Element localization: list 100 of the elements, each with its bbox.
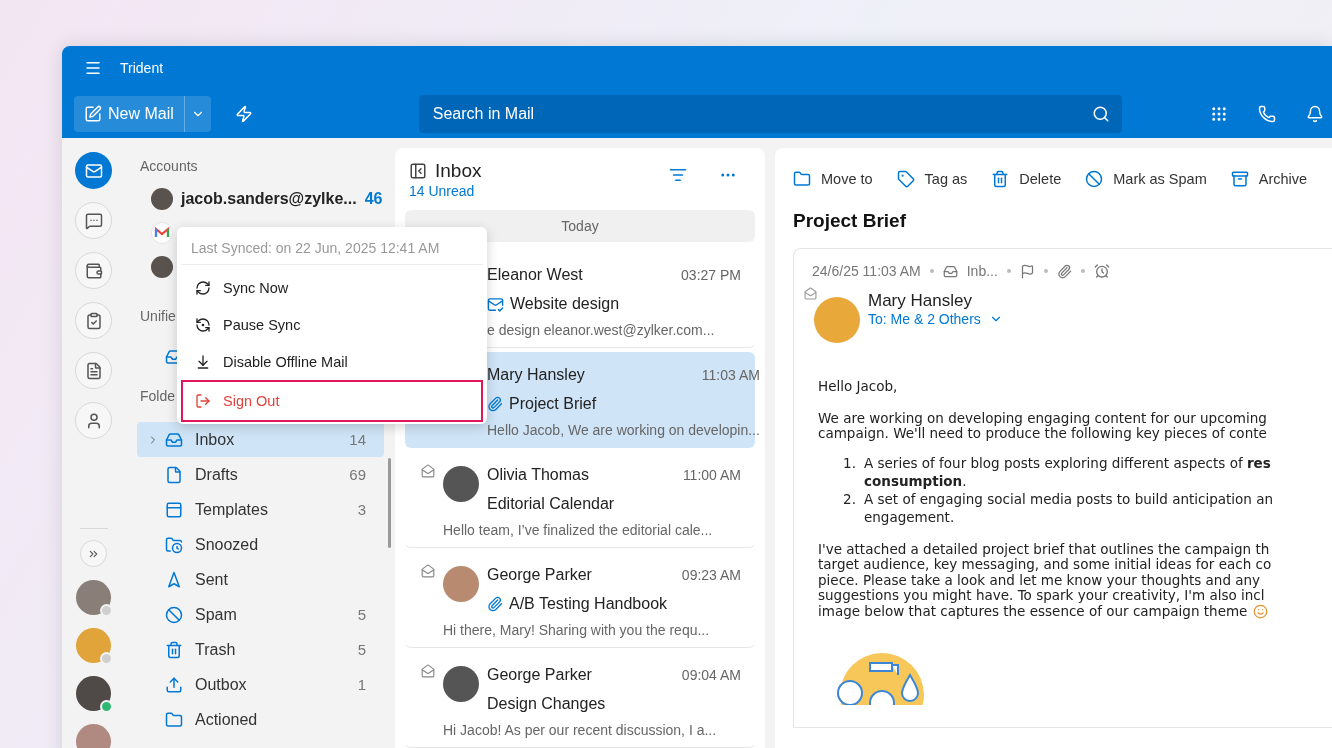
mail-item[interactable]: George Parker 09:04 AM Design Changes Hi Jacob! As per our recent discussion, I a... [405, 652, 755, 748]
account-name[interactable]: jacob.sanders@zylke... [181, 190, 357, 208]
envelope-icon [421, 464, 435, 478]
folder-item[interactable]: Sent [137, 562, 384, 597]
message-folder[interactable]: Inb... [966, 263, 998, 279]
folder-item[interactable]: Templates 3 [137, 492, 384, 527]
folder-item[interactable]: Trash 5 [137, 632, 384, 667]
sender-name: Mary Hansley [487, 366, 585, 384]
list-number: 1. [842, 453, 856, 473]
paperclip-icon[interactable] [1056, 263, 1072, 279]
folder-count: 14 [349, 431, 366, 448]
mail-preview: Hi Jacob! As per our recent discussion, I a... [443, 722, 717, 738]
wallet-icon [84, 261, 103, 280]
mail-app-button[interactable] [75, 152, 112, 189]
chat-app-button[interactable] [75, 202, 112, 239]
toolbar-action[interactable]: Move to [793, 170, 873, 188]
clipboard-icon [84, 311, 103, 330]
folder-item[interactable]: Drafts 69 [137, 457, 384, 492]
message-subject: Project Brief [793, 210, 907, 233]
trash-icon [991, 170, 1010, 188]
recipients-link[interactable]: To: Me & 2 Others [868, 311, 1003, 327]
folder-item[interactable]: Snoozed [137, 527, 384, 562]
upload-icon [165, 675, 183, 694]
list-title: Inbox [435, 160, 482, 182]
toolbar-action[interactable]: Mark as Spam [1085, 170, 1207, 188]
folder-count: 3 [357, 501, 366, 518]
mail-time: 09:04 AM [681, 667, 741, 683]
search-input[interactable]: Search in Mail [430, 104, 1031, 124]
sender-name: Olivia Thomas [487, 466, 589, 484]
mail-preview: Hello team, I’ve finalized the editorial cale... [443, 522, 713, 538]
wallet-app-button[interactable] [75, 252, 112, 289]
sender-avatar [814, 297, 860, 343]
mail-time: 11:00 AM [682, 467, 741, 483]
mail-icon [84, 161, 103, 180]
body-text-line: A set of engaging social media posts to build anticipation an [864, 489, 1273, 508]
sign-out-icon [195, 393, 211, 409]
gmail-icon[interactable] [151, 222, 173, 244]
mail-time: 03:27 PM [681, 267, 741, 283]
body-text-line: A series of four blog posts exploring different aspects of res [864, 453, 1271, 472]
section-heading: Unifie [139, 308, 176, 326]
folder-item[interactable]: Outbox 1 [137, 667, 384, 702]
mail-subject: Design Changes [487, 695, 606, 713]
dialpad-icon [1210, 105, 1228, 123]
sender-name: George Parker [487, 566, 592, 584]
toolbar-action[interactable]: Tag as [896, 170, 968, 188]
folder-label: Sent [195, 570, 229, 589]
menu-item[interactable]: Sign Out [181, 380, 483, 422]
pause-sync-icon [195, 316, 211, 333]
menu-icon[interactable] [84, 59, 102, 77]
mail-item[interactable]: Olivia Thomas 11:00 AM Editorial Calendar Hello team, I’ve finalized the editorial cale... [405, 452, 755, 548]
expand-button[interactable] [80, 540, 107, 567]
search-icon[interactable] [1091, 105, 1110, 123]
section-heading: Accounts [139, 158, 198, 176]
folder-count: 5 [357, 641, 366, 658]
contact-avatar[interactable] [76, 676, 111, 711]
alarm-icon[interactable] [1093, 263, 1110, 279]
template-icon [165, 500, 183, 519]
mail-preview: e design eleanor.west@zylker.com... [487, 322, 715, 338]
bell-icon [1306, 105, 1324, 123]
folder-item[interactable]: Actioned [137, 702, 384, 737]
folder-label: Outbox [195, 675, 248, 694]
account-avatar[interactable] [151, 188, 173, 210]
sender-name: Mary Hansley [868, 291, 973, 311]
panel-toggle-icon[interactable] [409, 162, 427, 180]
scrollbar[interactable] [388, 458, 391, 548]
contact-avatar[interactable] [76, 580, 111, 615]
notes-app-button[interactable] [75, 352, 112, 389]
tasks-app-button[interactable] [75, 302, 112, 339]
contacts-app-button[interactable] [75, 402, 112, 439]
body-text-line: Hello Jacob, [818, 379, 899, 395]
document-icon [165, 465, 183, 484]
inbox-icon [165, 430, 183, 449]
flag-icon[interactable] [1019, 263, 1035, 279]
mail-item[interactable]: Eleanor West 03:27 PM Website design e design eleanor.west@zylker.com... [405, 252, 755, 348]
folder-item[interactable]: Inbox 14 [137, 422, 384, 457]
toolbar-action[interactable]: Archive [1230, 170, 1308, 188]
clock-folder-icon [165, 535, 183, 554]
toolbar-action[interactable]: Delete [991, 170, 1062, 188]
new-mail-button[interactable]: New Mail [74, 96, 185, 132]
folder-label: Snoozed [195, 535, 260, 554]
folder-icon [165, 710, 183, 729]
body-text-line: campaign. We'll need to produce the following key pieces of conte [818, 426, 1268, 442]
folder-label: Spam [195, 605, 238, 624]
body-text-line: I've attached a detailed project brief that outlines the campaign th [818, 541, 1271, 557]
unread-count[interactable]: 14 Unread [409, 183, 475, 199]
list-number: 2. [842, 489, 856, 509]
search-field[interactable]: Search in Mail [418, 95, 1122, 133]
folder-item[interactable]: Spam 5 [137, 597, 384, 632]
send-icon [165, 570, 183, 589]
body-text-line: target audience, key messaging, and some initial ideas for each co [818, 557, 1273, 573]
filter-icon[interactable] [669, 166, 687, 184]
trash-icon [165, 640, 183, 659]
account-avatar[interactable] [151, 256, 173, 278]
mail-time: 09:23 AM [681, 567, 741, 583]
sender-avatar [443, 466, 479, 502]
mail-item[interactable]: George Parker 09:23 AM A/B Testing Handbook Hi there, Mary! Sharing with you the requ... [405, 552, 755, 648]
body-text-line: suggestions you might have. To spark your creativity, I'm also incl [818, 588, 1266, 604]
body-text-line: engagement. [864, 507, 956, 526]
message-date: 24/6/25 11:03 AM [812, 263, 921, 279]
section-heading: Folde [139, 388, 176, 406]
